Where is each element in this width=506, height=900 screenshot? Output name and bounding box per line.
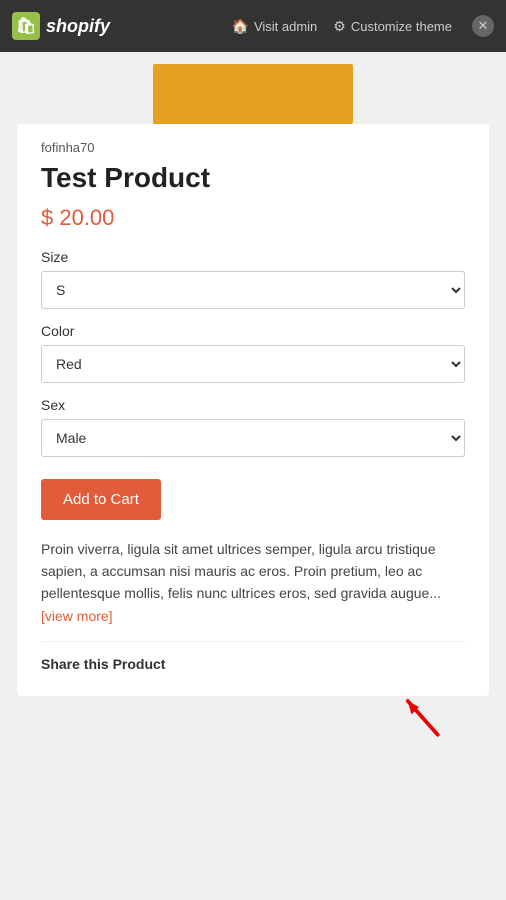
product-image xyxy=(153,64,353,124)
sex-label: Sex xyxy=(41,397,465,413)
color-label: Color xyxy=(41,323,465,339)
home-icon: 🏠 xyxy=(232,18,249,35)
product-image-area xyxy=(17,52,489,124)
product-price: $ 20.00 xyxy=(41,205,465,231)
shopify-bag-icon: 🛍 xyxy=(12,12,40,40)
gear-icon: ⚙ xyxy=(333,18,346,35)
customize-theme-label: Customize theme xyxy=(351,19,452,34)
customize-theme-link[interactable]: ⚙ Customize theme xyxy=(333,18,452,35)
close-button[interactable]: ✕ xyxy=(472,15,494,37)
product-card: fofinha70 Test Product $ 20.00 Size S M … xyxy=(17,52,489,696)
color-select[interactable]: Red Blue Green xyxy=(41,345,465,383)
product-body: fofinha70 Test Product $ 20.00 Size S M … xyxy=(17,124,489,696)
annotation-arrow-container xyxy=(17,696,489,756)
view-more-link[interactable]: [view more] xyxy=(41,608,113,624)
size-variant-group: Size S M L XL xyxy=(41,249,465,309)
product-title: Test Product xyxy=(41,161,465,195)
shopify-wordmark: shopify xyxy=(46,16,110,37)
vendor-name: fofinha70 xyxy=(41,140,465,155)
color-variant-group: Color Red Blue Green xyxy=(41,323,465,383)
add-to-cart-button[interactable]: Add to Cart xyxy=(41,479,161,520)
sex-variant-group: Sex Male Female xyxy=(41,397,465,457)
visit-admin-link[interactable]: 🏠 Visit admin xyxy=(232,18,318,35)
size-label: Size xyxy=(41,249,465,265)
shopify-logo: 🛍 shopify xyxy=(12,12,110,40)
share-section: Share this Product xyxy=(41,641,465,672)
sex-select[interactable]: Male Female xyxy=(41,419,465,457)
topbar: 🛍 shopify 🏠 Visit admin ⚙ Customize them… xyxy=(0,0,506,52)
share-title: Share this Product xyxy=(41,656,465,672)
product-description: Proin viverra, ligula sit amet ultrices … xyxy=(41,538,465,628)
size-select[interactable]: S M L XL xyxy=(41,271,465,309)
visit-admin-label: Visit admin xyxy=(254,19,317,34)
